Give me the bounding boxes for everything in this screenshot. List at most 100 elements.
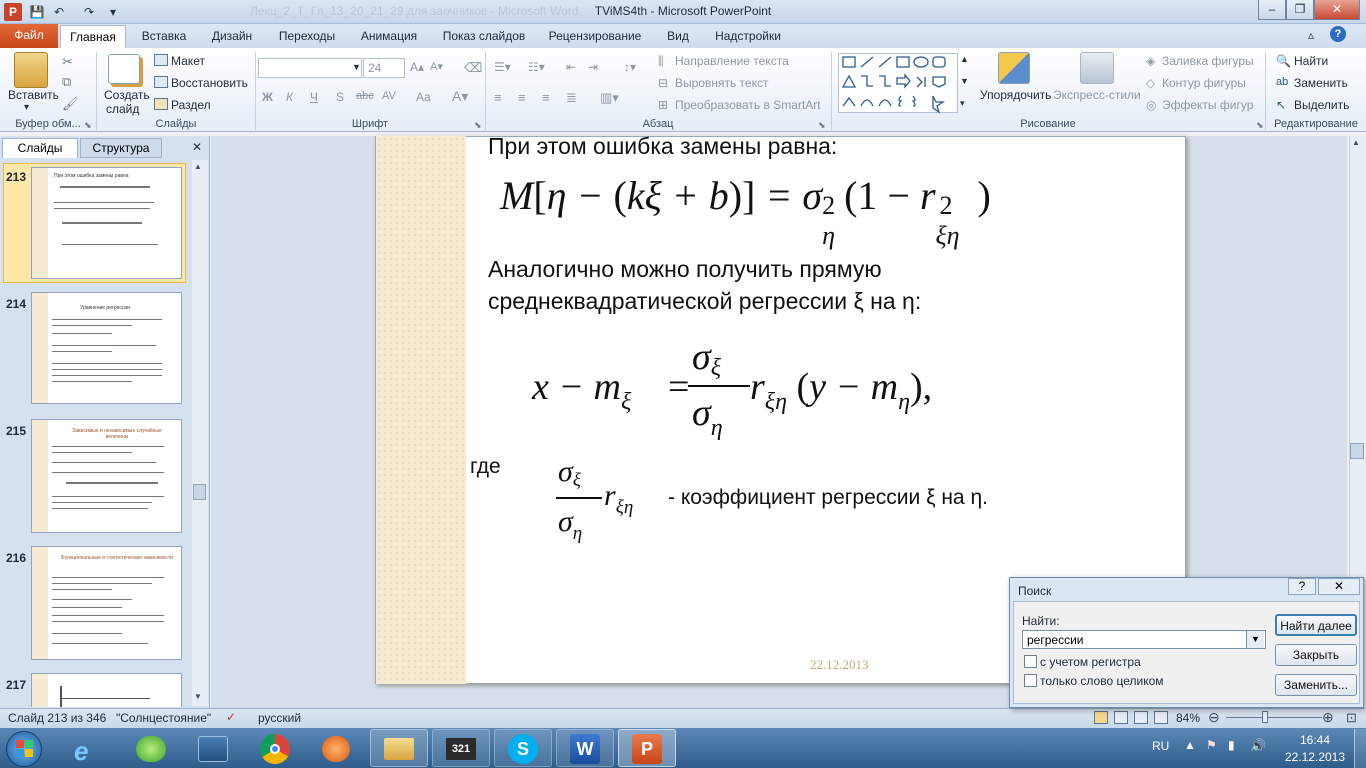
line-spacing-icon[interactable]: ↕▾ (624, 60, 636, 74)
minimize-ribbon-icon[interactable]: ▵ (1308, 28, 1314, 42)
action-center-icon[interactable]: ⚑ (1206, 738, 1217, 752)
panel-scroll-thumb[interactable] (193, 484, 206, 500)
slide-thumbnail-216[interactable]: Функциональные и статистические зависимо… (31, 546, 182, 660)
bullets-icon[interactable]: ☰▾ (494, 60, 511, 74)
media-center-icon[interactable] (198, 736, 228, 762)
arrange-button[interactable]: Упорядочить (980, 88, 1051, 102)
dialog-close-icon[interactable]: ✕ (1318, 578, 1360, 595)
close-button[interactable]: ✕ (1314, 0, 1360, 20)
quick-styles-button[interactable]: Экспресс-стили (1053, 88, 1141, 102)
tab-outline[interactable]: Структура (80, 138, 162, 158)
match-case-label[interactable]: с учетом регистра (1040, 655, 1141, 669)
slide-sorter-icon[interactable] (1114, 711, 1128, 724)
italic-button[interactable]: К (286, 90, 293, 104)
normal-view-icon[interactable] (1094, 711, 1108, 724)
bold-button[interactable]: Ж (262, 90, 273, 104)
quick-styles-icon[interactable] (1080, 52, 1114, 84)
fit-slide-icon[interactable]: ⊡ (1346, 710, 1357, 726)
shapes-gallery[interactable] (838, 53, 958, 114)
slideshow-icon[interactable] (1154, 711, 1168, 724)
new-slide-button-line2[interactable]: слайд (106, 102, 139, 116)
start-button[interactable] (6, 731, 42, 767)
volume-icon[interactable]: 🔊 (1250, 738, 1266, 754)
network-icon[interactable]: ▮ (1228, 738, 1235, 752)
section-button[interactable]: Раздел (171, 98, 211, 112)
status-theme[interactable]: "Солнцестояние" (116, 711, 211, 725)
find-dropdown-icon[interactable]: ▼ (1246, 631, 1264, 648)
align-left-icon[interactable]: ≡ (494, 90, 502, 105)
underline-button[interactable]: Ч (310, 90, 318, 104)
gallery-up-icon[interactable]: ▲ (960, 54, 969, 64)
find-button[interactable]: Найти (1294, 54, 1328, 68)
input-language[interactable]: RU (1152, 739, 1169, 753)
tray-expand-icon[interactable]: ▲ (1184, 738, 1196, 752)
status-language[interactable]: русский (258, 711, 301, 725)
columns-icon[interactable]: ▥▾ (600, 90, 619, 106)
zoom-slider-thumb[interactable] (1262, 711, 1268, 723)
font-name-select[interactable] (258, 58, 362, 78)
media-player-icon[interactable] (322, 736, 350, 762)
messenger-icon[interactable] (136, 736, 166, 762)
zoom-in-icon[interactable]: ⊕ (1322, 709, 1334, 726)
tab-animation[interactable]: Анимация (354, 26, 424, 48)
tab-design[interactable]: Дизайн (204, 26, 260, 48)
clock-time[interactable]: 16:44 (1290, 733, 1340, 747)
show-desktop-button[interactable] (1354, 729, 1366, 768)
zoom-level[interactable]: 84% (1176, 711, 1200, 725)
slide-coefficient-text[interactable]: - коэффициент регрессии ξ на η. (668, 486, 988, 510)
customize-qat-icon[interactable]: ▾ (104, 3, 122, 21)
clipboard-launcher-icon[interactable]: ⬊ (84, 120, 92, 131)
internet-explorer-icon[interactable]: e (74, 736, 88, 767)
panel-scroll-down-icon[interactable]: ▼ (194, 692, 202, 701)
tab-review[interactable]: Рецензирование (544, 26, 646, 48)
tab-slideshow[interactable]: Показ слайдов (438, 26, 530, 48)
paste-dropdown-icon[interactable]: ▾ (24, 102, 29, 113)
dialog-help-button[interactable]: ? (1288, 578, 1316, 595)
zoom-out-icon[interactable]: ⊖ (1208, 709, 1220, 726)
match-case-checkbox[interactable] (1024, 655, 1037, 668)
tab-addins[interactable]: Надстройки (710, 26, 786, 48)
panel-scrollbar[interactable] (192, 160, 208, 706)
shrink-font-icon[interactable]: A▾ (430, 60, 443, 73)
main-scroll-thumb[interactable] (1350, 443, 1364, 459)
help-icon[interactable]: ? (1330, 26, 1346, 42)
formula-error[interactable]: M[η − (kξ + b)] = σ 2 η (1 − r 2 ξη) (500, 172, 991, 250)
paste-icon[interactable] (14, 52, 48, 88)
undo-icon[interactable]: ↶ (50, 3, 68, 21)
reset-button[interactable]: Восстановить (171, 76, 248, 90)
paste-button[interactable]: Вставить (8, 88, 59, 102)
font-name-dropdown-icon[interactable]: ▼ (352, 62, 361, 72)
dialog-close-button[interactable]: Закрыть (1275, 644, 1357, 666)
arrange-icon[interactable] (998, 52, 1030, 84)
powerpoint-logo-icon[interactable]: P (4, 3, 22, 21)
font-launcher-icon[interactable]: ⬊ (474, 120, 482, 131)
dialog-replace-button[interactable]: Заменить... (1275, 674, 1357, 696)
slide-thumbnail-217[interactable] (31, 673, 182, 707)
shape-effects-button[interactable]: Эффекты фигур (1162, 98, 1253, 112)
gallery-down-icon[interactable]: ▼ (960, 76, 969, 86)
change-case-button[interactable]: Aa (416, 90, 431, 104)
slide-where[interactable]: где (470, 455, 501, 479)
clock-date[interactable]: 22.12.2013 (1280, 750, 1350, 764)
new-slide-button[interactable]: Создать (104, 88, 150, 102)
whole-word-checkbox[interactable] (1024, 674, 1037, 687)
find-input[interactable]: регрессии (1022, 630, 1266, 649)
tab-transitions[interactable]: Переходы (274, 26, 340, 48)
slide-thumbnail-215[interactable]: Зависимые и независимые случайные величи… (31, 419, 182, 533)
align-right-icon[interactable]: ≡ (542, 90, 550, 105)
redo-icon[interactable]: ↷ (80, 3, 98, 21)
align-center-icon[interactable]: ≡ (518, 90, 526, 105)
minimize-button[interactable]: – (1258, 0, 1286, 20)
strikethrough-button[interactable]: abc (356, 90, 374, 102)
reading-view-icon[interactable] (1134, 711, 1148, 724)
whole-word-label[interactable]: только слово целиком (1040, 674, 1164, 688)
slide-line-similar-2[interactable]: среднеквадратической регрессии ξ на η: (488, 288, 921, 315)
align-text-button[interactable]: Выровнять текст (675, 76, 768, 90)
decrease-indent-icon[interactable]: ⇤ (566, 60, 576, 74)
layout-button[interactable]: Макет (171, 54, 205, 68)
find-next-button[interactable]: Найти далее (1275, 614, 1357, 636)
tab-file[interactable]: Файл (0, 24, 58, 48)
slide-thumbnail-213[interactable]: При этом ошибка замены равна (31, 167, 182, 279)
zoom-slider-track[interactable] (1226, 717, 1322, 718)
gallery-more-icon[interactable]: ▾ (960, 98, 965, 109)
